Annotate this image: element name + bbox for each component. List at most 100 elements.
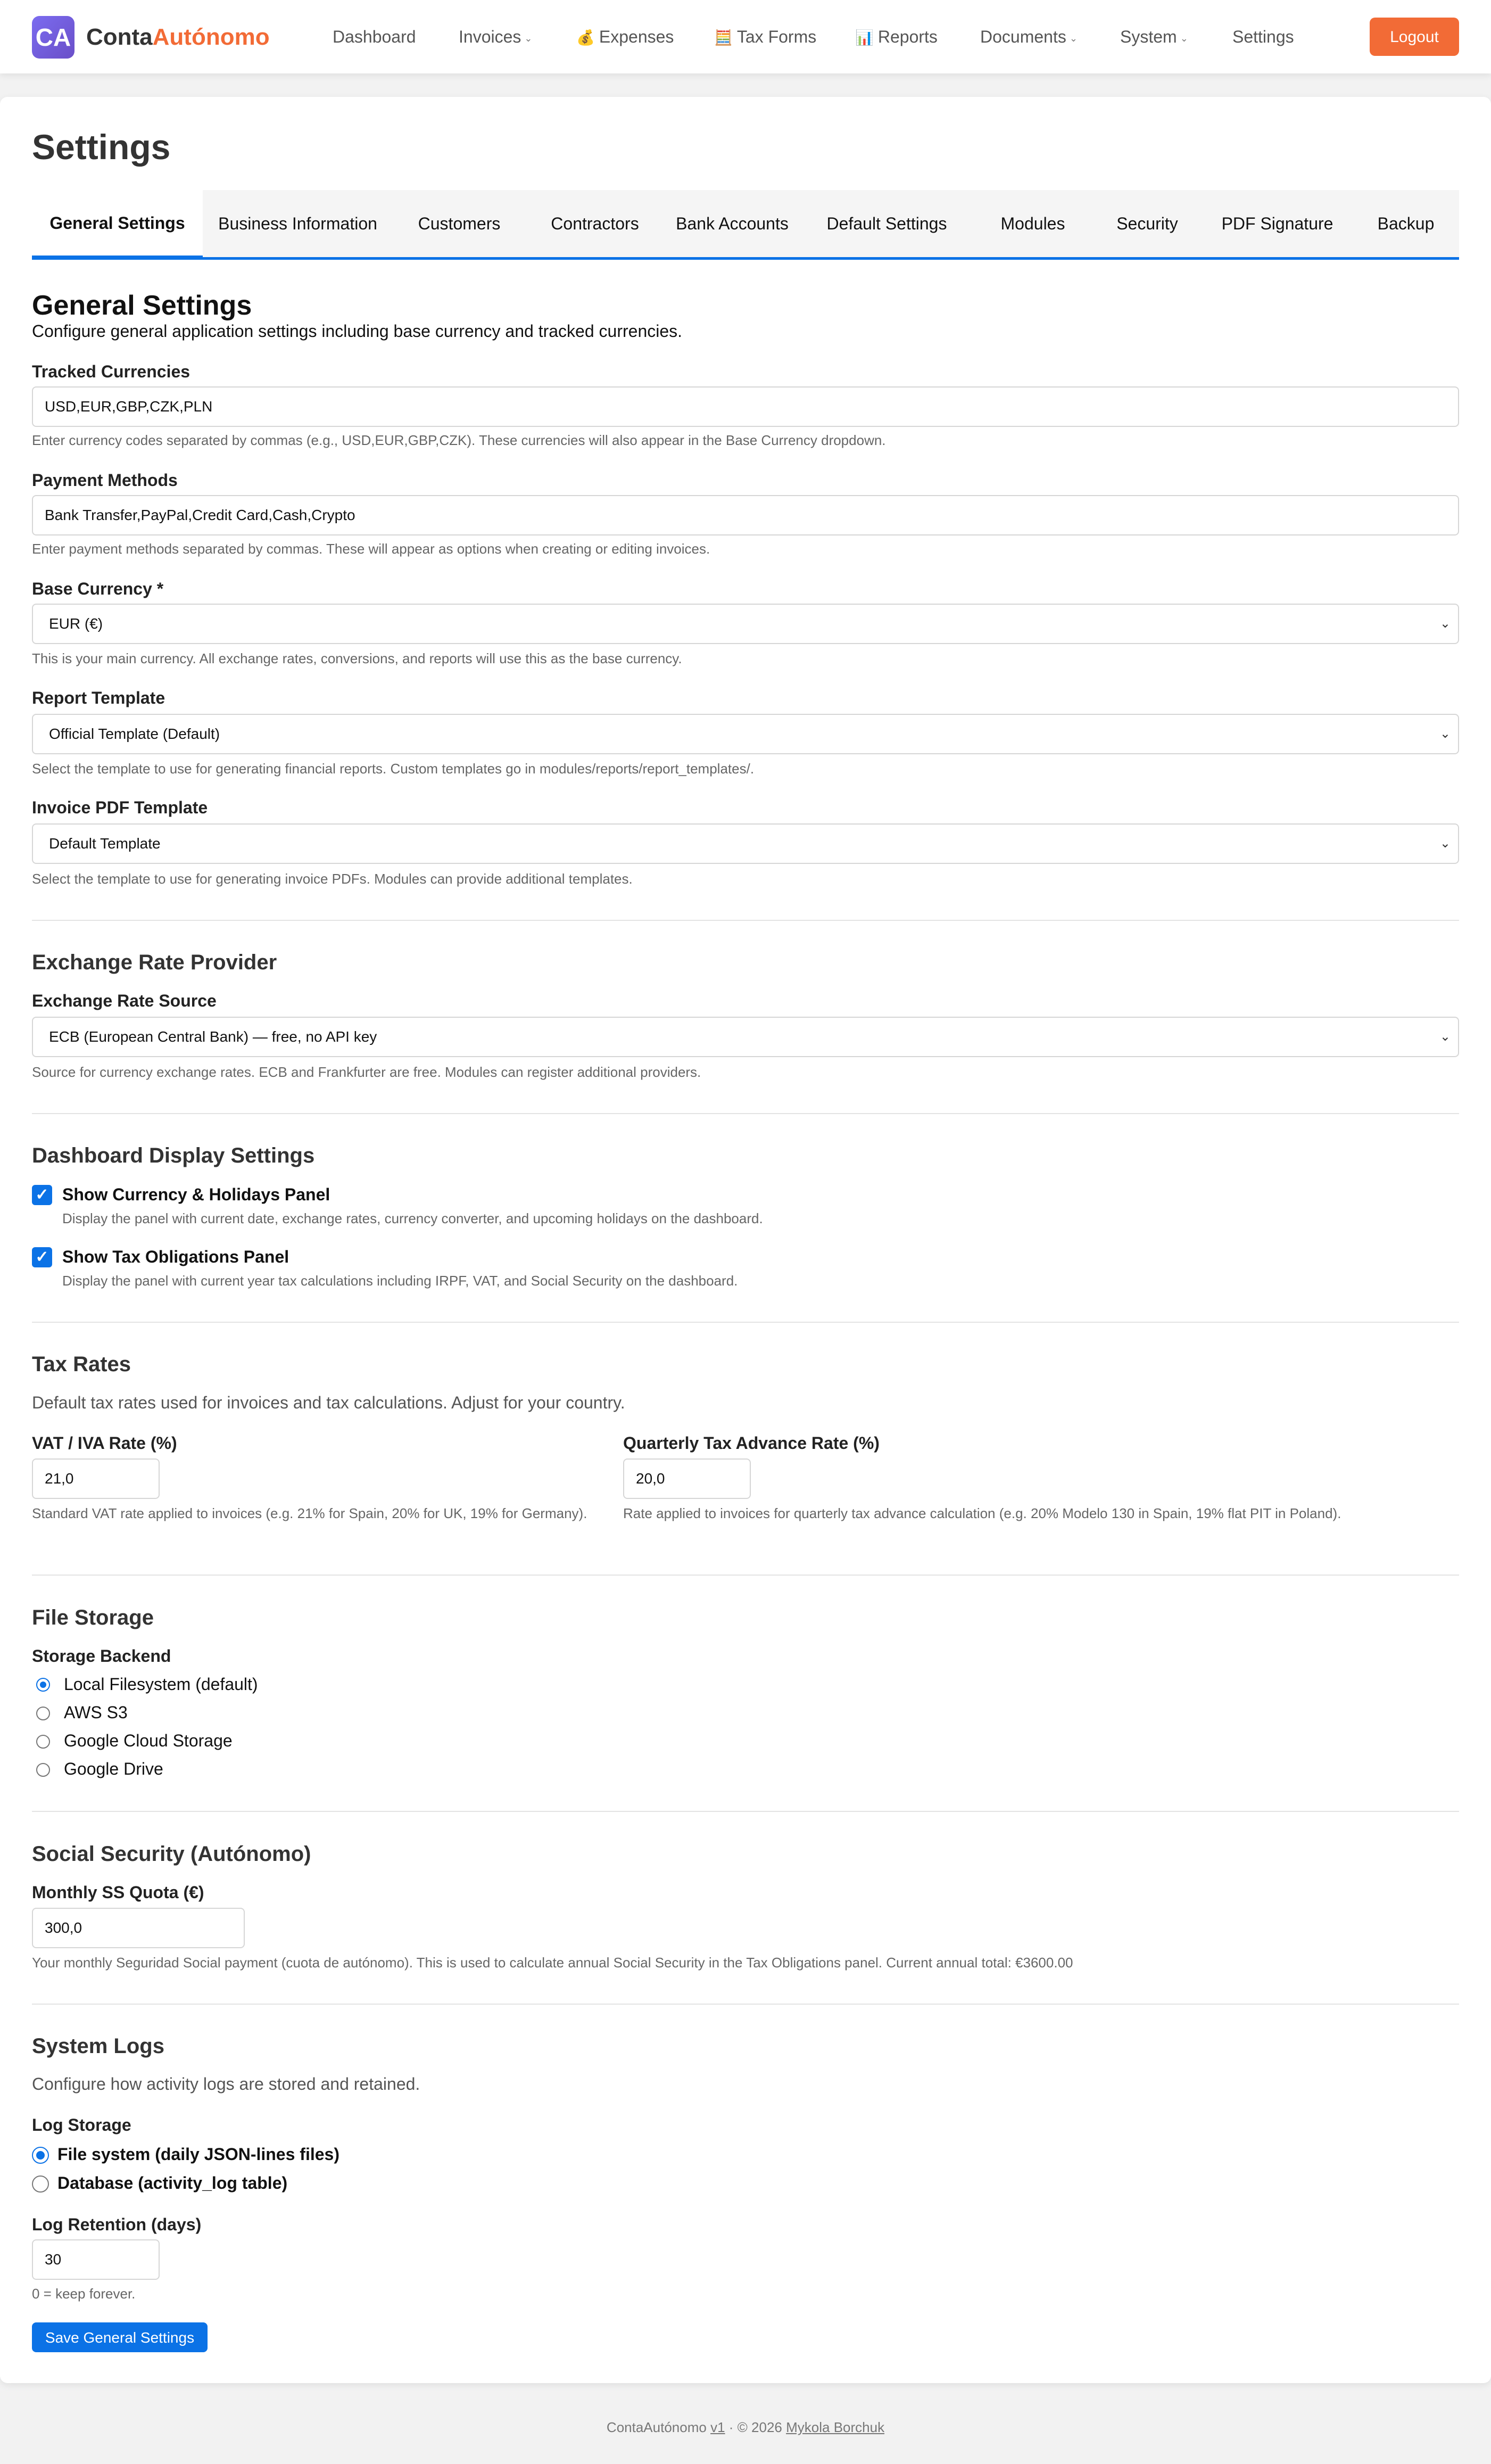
tracked-currencies-input[interactable]: USD,EUR,GBP,CZK,PLN bbox=[32, 386, 1459, 427]
tab-modules[interactable]: Modules bbox=[973, 190, 1092, 257]
footer-version-link[interactable]: v1 bbox=[710, 2419, 725, 2435]
storage-gdrive-radio[interactable] bbox=[36, 1763, 50, 1777]
nav-reports[interactable]: 📊 Reports bbox=[855, 24, 938, 50]
log-storage-file-radio[interactable] bbox=[32, 2147, 49, 2164]
dashboard-heading: Dashboard Display Settings bbox=[32, 1144, 315, 1167]
divider bbox=[32, 2004, 1459, 2005]
nav-label: Tax Forms bbox=[736, 27, 817, 46]
select-value: Default Template bbox=[49, 835, 161, 852]
invoice-template-label: Invoice PDF Template bbox=[32, 798, 208, 817]
section-description: Configure general application settings i… bbox=[32, 322, 683, 341]
divider bbox=[32, 920, 1459, 921]
ss-quota-label: Monthly SS Quota (€) bbox=[32, 1883, 204, 1902]
logs-heading: System Logs bbox=[32, 2034, 164, 2058]
vat-rate-input[interactable]: 21,0 bbox=[32, 1458, 160, 1499]
save-general-settings-button[interactable]: Save General Settings bbox=[32, 2322, 208, 2352]
base-currency-help: This is your main currency. All exchange… bbox=[32, 650, 682, 666]
advance-rate-help: Rate applied to invoices for quarterly t… bbox=[623, 1505, 1341, 1521]
tracked-currencies-label: Tracked Currencies bbox=[32, 362, 190, 381]
money-bag-icon: 💰 bbox=[576, 29, 595, 46]
vat-rate-label: VAT / IVA Rate (%) bbox=[32, 1433, 177, 1453]
storage-local-radio[interactable] bbox=[36, 1678, 50, 1692]
show-currency-panel-checkbox[interactable]: ✓ bbox=[32, 1185, 52, 1205]
divider bbox=[32, 1322, 1459, 1323]
show-currency-panel-label: Show Currency & Holidays Panel bbox=[62, 1185, 330, 1204]
storage-s3-radio[interactable] bbox=[36, 1707, 50, 1720]
divider bbox=[32, 1113, 1459, 1114]
tab-default-settings[interactable]: Default Settings bbox=[800, 190, 973, 257]
report-template-label: Report Template bbox=[32, 688, 165, 707]
tracked-currencies-help: Enter currency codes separated by commas… bbox=[32, 432, 886, 448]
footer-copyright: · © 2026 bbox=[728, 2419, 782, 2435]
nav-tax-forms[interactable]: 🧮 Tax Forms bbox=[714, 24, 816, 50]
chevron-down-icon: ⌄ bbox=[1439, 836, 1451, 851]
exchange-source-label: Exchange Rate Source bbox=[32, 991, 217, 1010]
report-template-select[interactable]: Official Template (Default) ⌄ bbox=[32, 714, 1459, 754]
settings-tabs: General Settings Business Information Cu… bbox=[32, 190, 1459, 260]
tab-pdf-signature[interactable]: PDF Signature bbox=[1202, 190, 1353, 257]
page-title: Settings bbox=[32, 127, 171, 167]
select-value: ECB (European Central Bank) — free, no A… bbox=[49, 1028, 377, 1045]
exchange-source-select[interactable]: ECB (European Central Bank) — free, no A… bbox=[32, 1017, 1459, 1057]
nav-documents[interactable]: Documents ⌄ bbox=[980, 24, 1078, 51]
show-tax-panel-checkbox[interactable]: ✓ bbox=[32, 1247, 52, 1267]
payment-methods-help: Enter payment methods separated by comma… bbox=[32, 541, 710, 557]
ss-quota-input[interactable]: 300,0 bbox=[32, 1908, 245, 1948]
nav-invoices[interactable]: Invoices ⌄ bbox=[459, 24, 532, 51]
storage-gcs-label: Google Cloud Storage bbox=[64, 1731, 233, 1750]
storage-gcs-radio[interactable] bbox=[36, 1735, 50, 1749]
social-heading: Social Security (Autónomo) bbox=[32, 1842, 311, 1866]
invoice-template-select[interactable]: Default Template ⌄ bbox=[32, 823, 1459, 864]
report-template-help: Select the template to use for generatin… bbox=[32, 761, 755, 777]
tab-bank-accounts[interactable]: Bank Accounts bbox=[664, 190, 800, 257]
storage-gdrive-label: Google Drive bbox=[64, 1759, 163, 1778]
divider bbox=[32, 1575, 1459, 1576]
storage-heading: File Storage bbox=[32, 1606, 154, 1629]
nav-label: Invoices bbox=[459, 27, 521, 46]
log-retention-label: Log Retention (days) bbox=[32, 2215, 202, 2234]
log-storage-db-radio[interactable] bbox=[32, 2175, 49, 2193]
nav-system[interactable]: System ⌄ bbox=[1120, 24, 1188, 51]
tab-contractors[interactable]: Contractors bbox=[526, 190, 664, 257]
section-heading: General Settings bbox=[32, 290, 252, 321]
nav-label: Documents bbox=[980, 27, 1066, 46]
show-tax-panel-label: Show Tax Obligations Panel bbox=[62, 1247, 289, 1266]
base-currency-select[interactable]: EUR (€) ⌄ bbox=[32, 604, 1459, 644]
chevron-down-icon: ⌄ bbox=[1439, 727, 1451, 741]
tab-backup[interactable]: Backup bbox=[1353, 190, 1459, 257]
exchange-source-help: Source for currency exchange rates. ECB … bbox=[32, 1064, 701, 1080]
chevron-down-icon: ⌄ bbox=[1439, 616, 1451, 631]
payment-methods-label: Payment Methods bbox=[32, 471, 178, 490]
abacus-icon: 🧮 bbox=[714, 29, 733, 46]
log-storage-db-label: Database (activity_log table) bbox=[57, 2173, 288, 2193]
nav-label: Settings bbox=[1232, 27, 1294, 46]
nav-expenses[interactable]: 💰 Expenses bbox=[576, 24, 674, 50]
tab-general-settings[interactable]: General Settings bbox=[32, 190, 203, 260]
advance-rate-input[interactable]: 20,0 bbox=[623, 1458, 751, 1499]
storage-local-label: Local Filesystem (default) bbox=[64, 1675, 258, 1694]
tab-security[interactable]: Security bbox=[1092, 190, 1202, 257]
select-value: EUR (€) bbox=[49, 615, 103, 632]
top-navbar: CA ContaAutónomo Dashboard Invoices ⌄ 💰 Ex… bbox=[0, 0, 1491, 73]
log-storage-label: Log Storage bbox=[32, 2115, 131, 2135]
tax-heading: Tax Rates bbox=[32, 1353, 131, 1376]
vat-rate-help: Standard VAT rate applied to invoices (e… bbox=[32, 1505, 587, 1521]
log-retention-input[interactable]: 30 bbox=[32, 2239, 160, 2280]
footer-author-link[interactable]: Mykola Borchuk bbox=[786, 2419, 884, 2435]
nav-dashboard[interactable]: Dashboard bbox=[333, 24, 416, 49]
tab-customers[interactable]: Customers bbox=[393, 190, 526, 257]
nav-settings[interactable]: Settings bbox=[1232, 24, 1294, 49]
exchange-heading: Exchange Rate Provider bbox=[32, 951, 277, 974]
storage-backend-label: Storage Backend bbox=[32, 1646, 171, 1666]
tab-business-information[interactable]: Business Information bbox=[203, 190, 393, 257]
footer-app-name: ContaAutónomo bbox=[606, 2419, 707, 2435]
logout-button[interactable]: Logout bbox=[1370, 18, 1459, 56]
chevron-down-icon: ⌄ bbox=[524, 32, 533, 44]
log-retention-help: 0 = keep forever. bbox=[32, 2286, 136, 2302]
invoice-template-help: Select the template to use for generatin… bbox=[32, 871, 633, 887]
footer: ContaAutónomo v1 · © 2026 Mykola Borchuk bbox=[0, 2419, 1491, 2436]
nav-links: Dashboard Invoices ⌄ 💰 Expenses 🧮 Tax Forms… bbox=[0, 0, 1491, 73]
bar-chart-icon: 📊 bbox=[855, 29, 874, 46]
show-currency-panel-help: Display the panel with current date, exc… bbox=[62, 1210, 763, 1226]
payment-methods-input[interactable]: Bank Transfer,PayPal,Credit Card,Cash,Cr… bbox=[32, 495, 1459, 535]
